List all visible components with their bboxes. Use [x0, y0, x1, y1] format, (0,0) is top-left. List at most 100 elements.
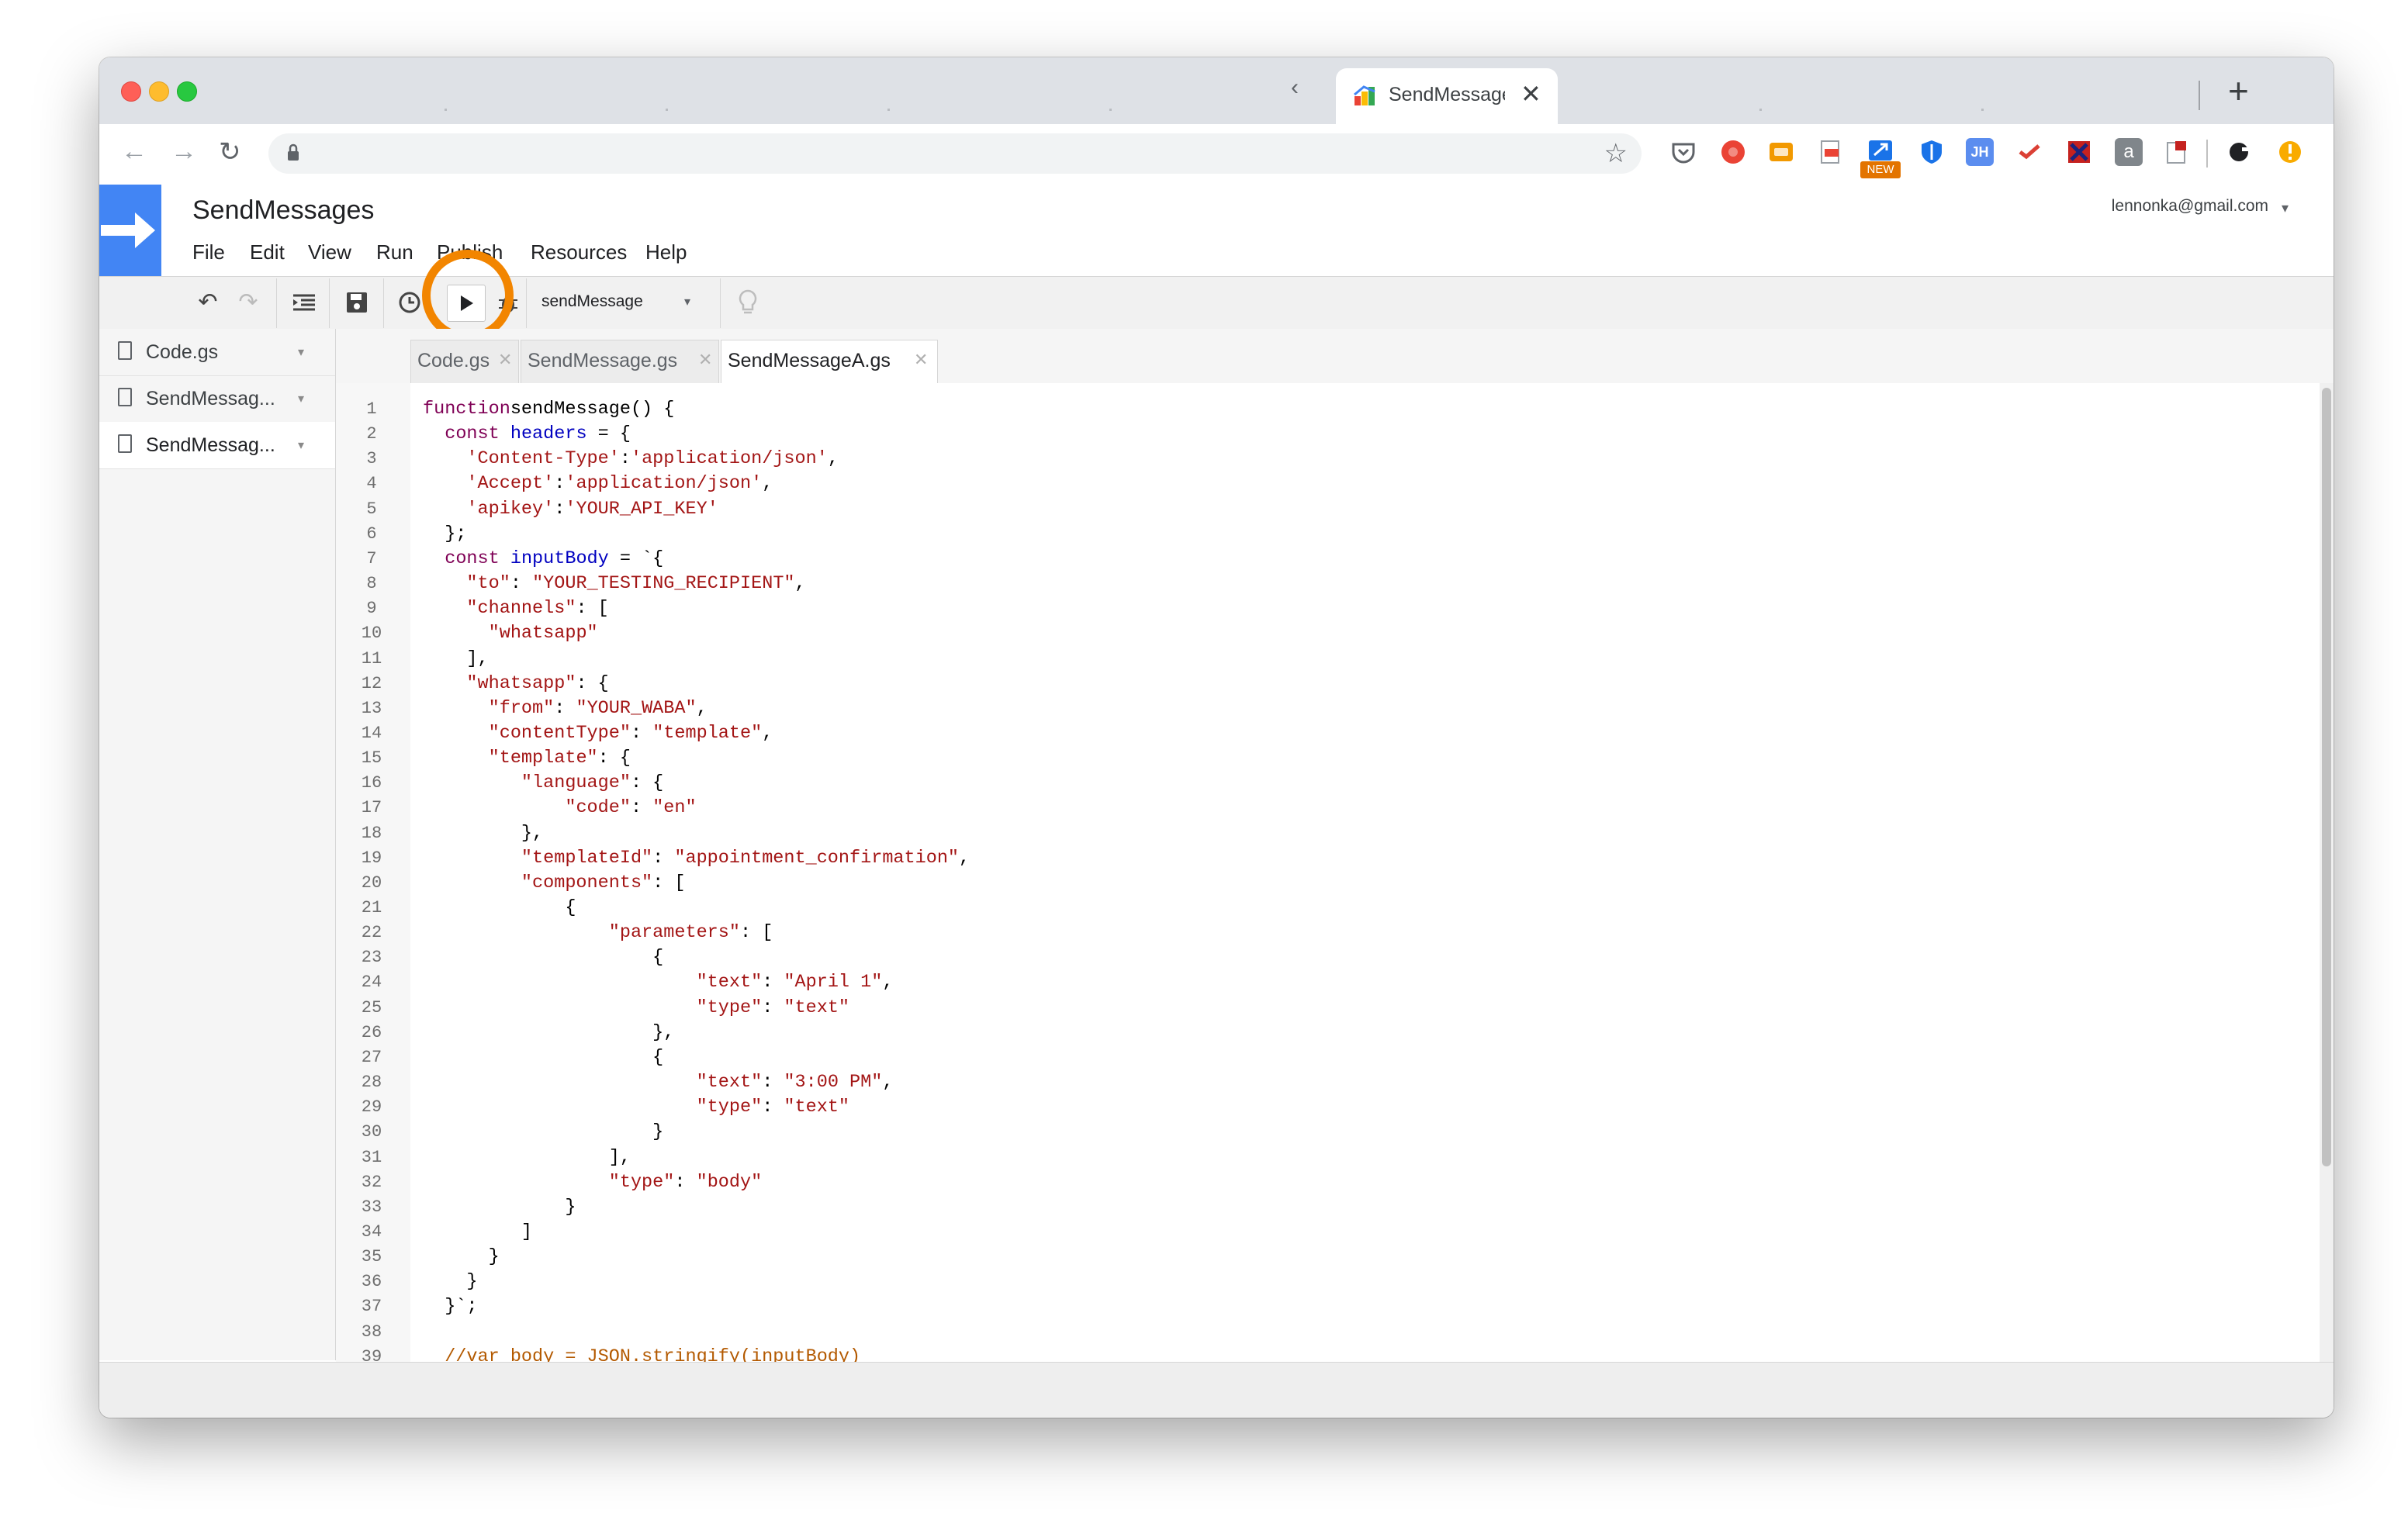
- line-number: 21: [361, 898, 382, 917]
- line-number: 6: [366, 523, 377, 544]
- project-title[interactable]: SendMessages: [192, 195, 374, 226]
- close-icon[interactable]: ✕: [698, 350, 712, 370]
- chrome-menu-warning-icon[interactable]: [2276, 138, 2304, 166]
- tab-sendmessages[interactable]: SendMessages ✕: [1336, 68, 1558, 124]
- line-number: 24: [361, 973, 382, 993]
- browser-window: ‹ SendMessages ✕ + ← → ↻ ☆: [99, 57, 2334, 1418]
- line-number: 23: [361, 948, 382, 968]
- shield-extension-icon[interactable]: [1918, 138, 1946, 166]
- forward-icon[interactable]: →: [171, 136, 197, 167]
- account-email[interactable]: lennonka@gmail.com: [2112, 197, 2268, 216]
- close-icon[interactable]: ✕: [498, 350, 512, 370]
- menu-file[interactable]: File: [192, 240, 225, 264]
- code-token: :: [630, 797, 653, 819]
- minimize-window-button[interactable]: [149, 81, 169, 102]
- scrollbar-thumb[interactable]: [2322, 388, 2331, 1166]
- code-text: "code": "en": [423, 796, 697, 821]
- code-token: = `{: [608, 548, 664, 569]
- file-menu-caret-icon[interactable]: ▾: [298, 437, 304, 453]
- code-token: "code": [565, 797, 631, 819]
- file-item-sendmessagea[interactable]: SendMessag... ▾: [99, 422, 335, 469]
- code-token: "whatsapp": [466, 672, 576, 694]
- menu-view[interactable]: View: [308, 240, 351, 264]
- address-bar[interactable]: ☆: [268, 133, 1642, 174]
- undo-icon[interactable]: ↶: [192, 286, 223, 319]
- code-token: "type": [608, 1171, 675, 1193]
- code-text: "template": {: [423, 746, 631, 771]
- back-icon[interactable]: ←: [121, 136, 147, 167]
- red-circle-extension-icon[interactable]: [1719, 138, 1747, 166]
- code-token: :: [674, 1171, 697, 1193]
- tab-scroll-left-icon[interactable]: ‹: [1291, 74, 1299, 101]
- line-number: 17: [361, 798, 382, 818]
- code-token: :: [554, 498, 566, 520]
- code-text: "templateId": "appointment_confirmation"…: [423, 846, 970, 871]
- code-token: 'application/json': [630, 448, 828, 470]
- todoist-extension-icon[interactable]: [2015, 138, 2043, 166]
- code-token: "type": [696, 997, 763, 1018]
- indent-icon[interactable]: [289, 286, 320, 319]
- apps-script-logo[interactable]: [99, 185, 161, 276]
- menu-help[interactable]: Help: [645, 240, 687, 264]
- triggers-clock-icon[interactable]: [394, 286, 425, 319]
- code-token: },: [423, 822, 544, 844]
- code-token: "en": [652, 797, 697, 819]
- pdf-extension-icon[interactable]: [1817, 138, 1845, 166]
- pocket-extension-icon[interactable]: [1669, 138, 1697, 166]
- file-menu-caret-icon[interactable]: ▾: [298, 391, 304, 406]
- lightbulb-icon[interactable]: [732, 286, 763, 319]
- editor-tab-sendmessage[interactable]: SendMessage.gs ✕: [521, 340, 719, 383]
- code-editor[interactable]: 1 functionsendMessage() {2 const headers …: [336, 383, 2334, 1362]
- save-icon[interactable]: [341, 286, 372, 319]
- line-number: 28: [361, 1073, 382, 1093]
- line-number: 5: [366, 499, 377, 519]
- browser-toolbar: ← → ↻ ☆ NEW JH a: [99, 124, 2334, 185]
- code-token: :: [762, 1097, 784, 1118]
- tab-close-icon[interactable]: ✕: [1521, 79, 1541, 109]
- profile-avatar-icon[interactable]: [2226, 138, 2254, 166]
- line-number: 37: [361, 1297, 382, 1317]
- line-number: 20: [361, 872, 382, 893]
- reload-icon[interactable]: ↻: [219, 136, 241, 168]
- close-window-button[interactable]: [121, 81, 141, 102]
- new-tab-button[interactable]: +: [2228, 70, 2249, 112]
- file-menu-caret-icon[interactable]: ▾: [298, 344, 304, 360]
- menu-edit[interactable]: Edit: [250, 240, 285, 264]
- tab-divider: [887, 109, 890, 111]
- vertical-scrollbar[interactable]: [2320, 383, 2334, 1362]
- code-token: :: [630, 722, 653, 744]
- close-icon[interactable]: ✕: [914, 350, 928, 370]
- code-text: }: [423, 1245, 500, 1270]
- code-token: = {: [586, 423, 631, 445]
- file-item-code[interactable]: Code.gs ▾: [99, 329, 335, 376]
- tab-divider: [1759, 109, 1762, 111]
- code-text: ],: [423, 1145, 631, 1170]
- function-select[interactable]: sendMessage: [541, 292, 643, 311]
- bookmark-star-icon[interactable]: ☆: [1604, 138, 1628, 169]
- editor-tab-code[interactable]: Code.gs ✕: [410, 340, 519, 383]
- checker-extension-icon[interactable]: [2065, 138, 2093, 166]
- file-item-sendmessage[interactable]: SendMessag... ▾: [99, 375, 335, 423]
- editor-tab-bar: Code.gs ✕ SendMessage.gs ✕ SendMessageA.…: [336, 329, 2334, 384]
- new-badge: NEW: [1860, 161, 1901, 178]
- editor-tab-sendmessagea[interactable]: SendMessageA.gs ✕: [721, 340, 938, 384]
- redo-icon[interactable]: ↷: [233, 286, 264, 319]
- a-extension-icon[interactable]: a: [2115, 138, 2143, 166]
- jh-extension-icon[interactable]: JH: [1966, 138, 1994, 166]
- line-number: 2: [366, 424, 377, 444]
- menu-run[interactable]: Run: [376, 240, 413, 264]
- maximize-window-button[interactable]: [177, 81, 197, 102]
- code-token: :: [510, 573, 533, 595]
- line-number: 27: [361, 1047, 382, 1067]
- toolbar-divider: [276, 278, 277, 328]
- clipboard-extension-icon[interactable]: [2163, 138, 2191, 166]
- account-caret-icon[interactable]: ▾: [2282, 200, 2289, 216]
- menu-resources[interactable]: Resources: [531, 240, 627, 264]
- function-select-caret-icon[interactable]: ▾: [684, 294, 690, 309]
- orange-extension-icon[interactable]: [1767, 138, 1795, 166]
